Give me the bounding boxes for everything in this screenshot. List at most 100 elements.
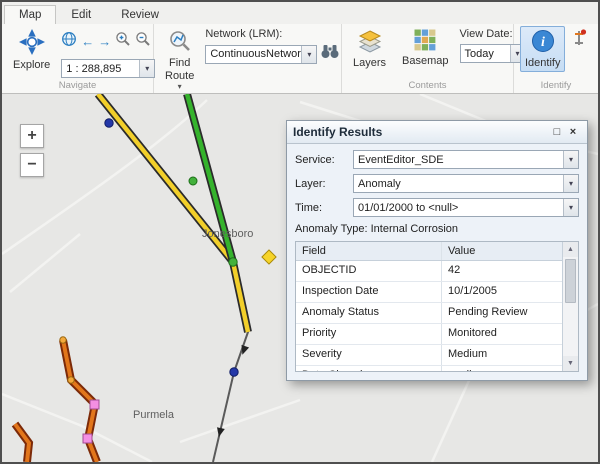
pink-square-marker[interactable] xyxy=(90,400,99,409)
table-row[interactable]: Anomaly Status Pending Review xyxy=(296,303,562,324)
time-row: Time: 01/01/2000 to <null> ▾ xyxy=(295,198,579,217)
tab-edit[interactable]: Edit xyxy=(56,5,106,24)
place-label-purmela: Purmela xyxy=(133,409,174,421)
blue-point-marker[interactable] xyxy=(105,119,113,127)
scroll-down-icon[interactable]: ▼ xyxy=(563,356,578,371)
chevron-down-icon[interactable]: ▾ xyxy=(301,46,316,63)
orange-point-marker[interactable] xyxy=(60,337,66,343)
map-zoom-in-button[interactable]: + xyxy=(20,124,44,148)
identify-info-icon: i xyxy=(531,29,555,56)
scroll-up-icon[interactable]: ▲ xyxy=(563,242,578,257)
scale-value: 1 : 288,895 xyxy=(62,63,139,75)
group-label-navigate: Navigate xyxy=(8,79,147,93)
scrollbar-thumb[interactable] xyxy=(565,259,576,303)
cell-value: <null> xyxy=(442,366,562,371)
forward-arrow-icon[interactable]: → xyxy=(98,35,111,49)
map-zoom-out-button[interactable]: − xyxy=(20,153,44,177)
cell-field: Inspection Date xyxy=(296,282,442,302)
service-label: Service: xyxy=(295,154,353,166)
identify-results-body: Service: EventEditor_SDE ▾ Layer: Anomal… xyxy=(287,144,587,380)
group-contents: Layers Basemap View Date: To xyxy=(342,24,514,93)
find-route-button[interactable]: Find Route ▾ xyxy=(160,26,199,93)
group-label-identify: Identify xyxy=(520,79,592,93)
table-header-value: Value xyxy=(442,242,562,260)
identify-results-title: Identify Results xyxy=(293,125,549,139)
network-combobox[interactable]: ContinuousNetwork ▾ xyxy=(205,45,317,64)
cell-value: Medium xyxy=(442,345,562,365)
basemap-label: Basemap xyxy=(402,55,448,67)
map-zoom-controls: + − xyxy=(20,124,44,177)
cell-field: Anomaly Status xyxy=(296,303,442,323)
svg-text:i: i xyxy=(541,35,545,50)
group-navigate: Explore ← → xyxy=(2,24,154,93)
table-row[interactable]: Inspection Date 10/1/2005 xyxy=(296,282,562,303)
anomaly-type-text: Anomaly Type: Internal Corrosion xyxy=(295,223,579,235)
cell-field: Severity xyxy=(296,345,442,365)
layer-value: Anomaly xyxy=(354,178,563,190)
table-row[interactable]: OBJECTID 42 xyxy=(296,261,562,282)
service-value: EventEditor_SDE xyxy=(354,154,563,166)
chevron-down-icon[interactable]: ▾ xyxy=(563,175,578,192)
cell-value: Monitored xyxy=(442,324,562,344)
chevron-down-icon[interactable]: ▾ xyxy=(139,60,154,77)
table-scrollbar[interactable]: ▲ ▼ xyxy=(562,242,578,371)
basemap-button[interactable]: Basemap xyxy=(397,26,453,70)
chevron-down-icon[interactable]: ▾ xyxy=(563,199,578,216)
close-icon[interactable]: × xyxy=(565,126,581,138)
table-row[interactable]: Severity Medium xyxy=(296,345,562,366)
find-route-caret-icon: ▾ xyxy=(178,83,182,90)
identify-label: Identify xyxy=(525,57,560,69)
layers-label: Layers xyxy=(353,57,386,69)
ribbon: Explore ← → xyxy=(2,24,598,94)
group-find: Find Route ▾ Network (LRM): ContinuousNe… xyxy=(154,24,342,93)
layer-label: Layer: xyxy=(295,178,353,190)
map-canvas[interactable]: + − Jonesboro Purmela Identify Results □… xyxy=(2,94,598,462)
explore-button[interactable]: Explore xyxy=(8,26,55,74)
view-date-value: Today xyxy=(461,48,510,60)
tab-review[interactable]: Review xyxy=(106,5,174,24)
pink-square-marker[interactable] xyxy=(83,434,92,443)
layer-row: Layer: Anomaly ▾ xyxy=(295,174,579,193)
time-combobox[interactable]: 01/01/2000 to <null> ▾ xyxy=(353,198,579,217)
layers-button[interactable]: Layers xyxy=(348,26,391,72)
globe-icon[interactable] xyxy=(61,31,77,52)
identify-route-tool-icon[interactable] xyxy=(571,26,587,52)
table-row[interactable]: Date Closed <null> xyxy=(296,366,562,371)
identify-results-titlebar[interactable]: Identify Results □ × xyxy=(287,121,587,144)
service-combobox[interactable]: EventEditor_SDE ▾ xyxy=(353,150,579,169)
maximize-icon[interactable]: □ xyxy=(549,126,565,138)
binoculars-icon[interactable] xyxy=(321,44,339,64)
service-row: Service: EventEditor_SDE ▾ xyxy=(295,150,579,169)
blue-point-marker[interactable] xyxy=(230,368,238,376)
group-label-contents: Contents xyxy=(348,79,507,93)
table-row[interactable]: Priority Monitored xyxy=(296,324,562,345)
place-label-jonesboro: Jonesboro xyxy=(202,228,253,240)
cell-value: 10/1/2005 xyxy=(442,282,562,302)
network-lrm-label: Network (LRM): xyxy=(205,28,339,40)
cell-value: Pending Review xyxy=(442,303,562,323)
network-value: ContinuousNetwork xyxy=(206,48,301,60)
chevron-down-icon[interactable]: ▾ xyxy=(563,151,578,168)
layers-icon xyxy=(358,29,382,56)
tab-map[interactable]: Map xyxy=(4,5,56,24)
basemap-grid-icon xyxy=(414,29,436,54)
explore-label: Explore xyxy=(13,59,50,71)
scale-combobox[interactable]: 1 : 288,895 ▾ xyxy=(61,59,155,78)
find-route-label-line2: Route xyxy=(165,70,194,82)
cell-value: 42 xyxy=(442,261,562,281)
back-arrow-icon[interactable]: ← xyxy=(81,35,94,49)
table-header-row: Field Value xyxy=(296,242,562,261)
green-point-marker[interactable] xyxy=(189,177,197,185)
group-identify: i Identify Identify xyxy=(514,24,598,93)
green-point-marker[interactable] xyxy=(229,258,237,266)
orange-point-marker[interactable] xyxy=(68,377,74,383)
zoom-in-icon[interactable] xyxy=(115,31,131,52)
layer-combobox[interactable]: Anomaly ▾ xyxy=(353,174,579,193)
identify-button[interactable]: i Identify xyxy=(520,26,565,72)
find-route-magnifier-icon xyxy=(168,29,192,56)
zoom-out-icon[interactable] xyxy=(135,31,151,52)
app-window: Map Edit Review Explor xyxy=(0,0,600,464)
find-route-label-line1: Find xyxy=(169,57,190,69)
cell-field: Priority xyxy=(296,324,442,344)
cell-field: OBJECTID xyxy=(296,261,442,281)
